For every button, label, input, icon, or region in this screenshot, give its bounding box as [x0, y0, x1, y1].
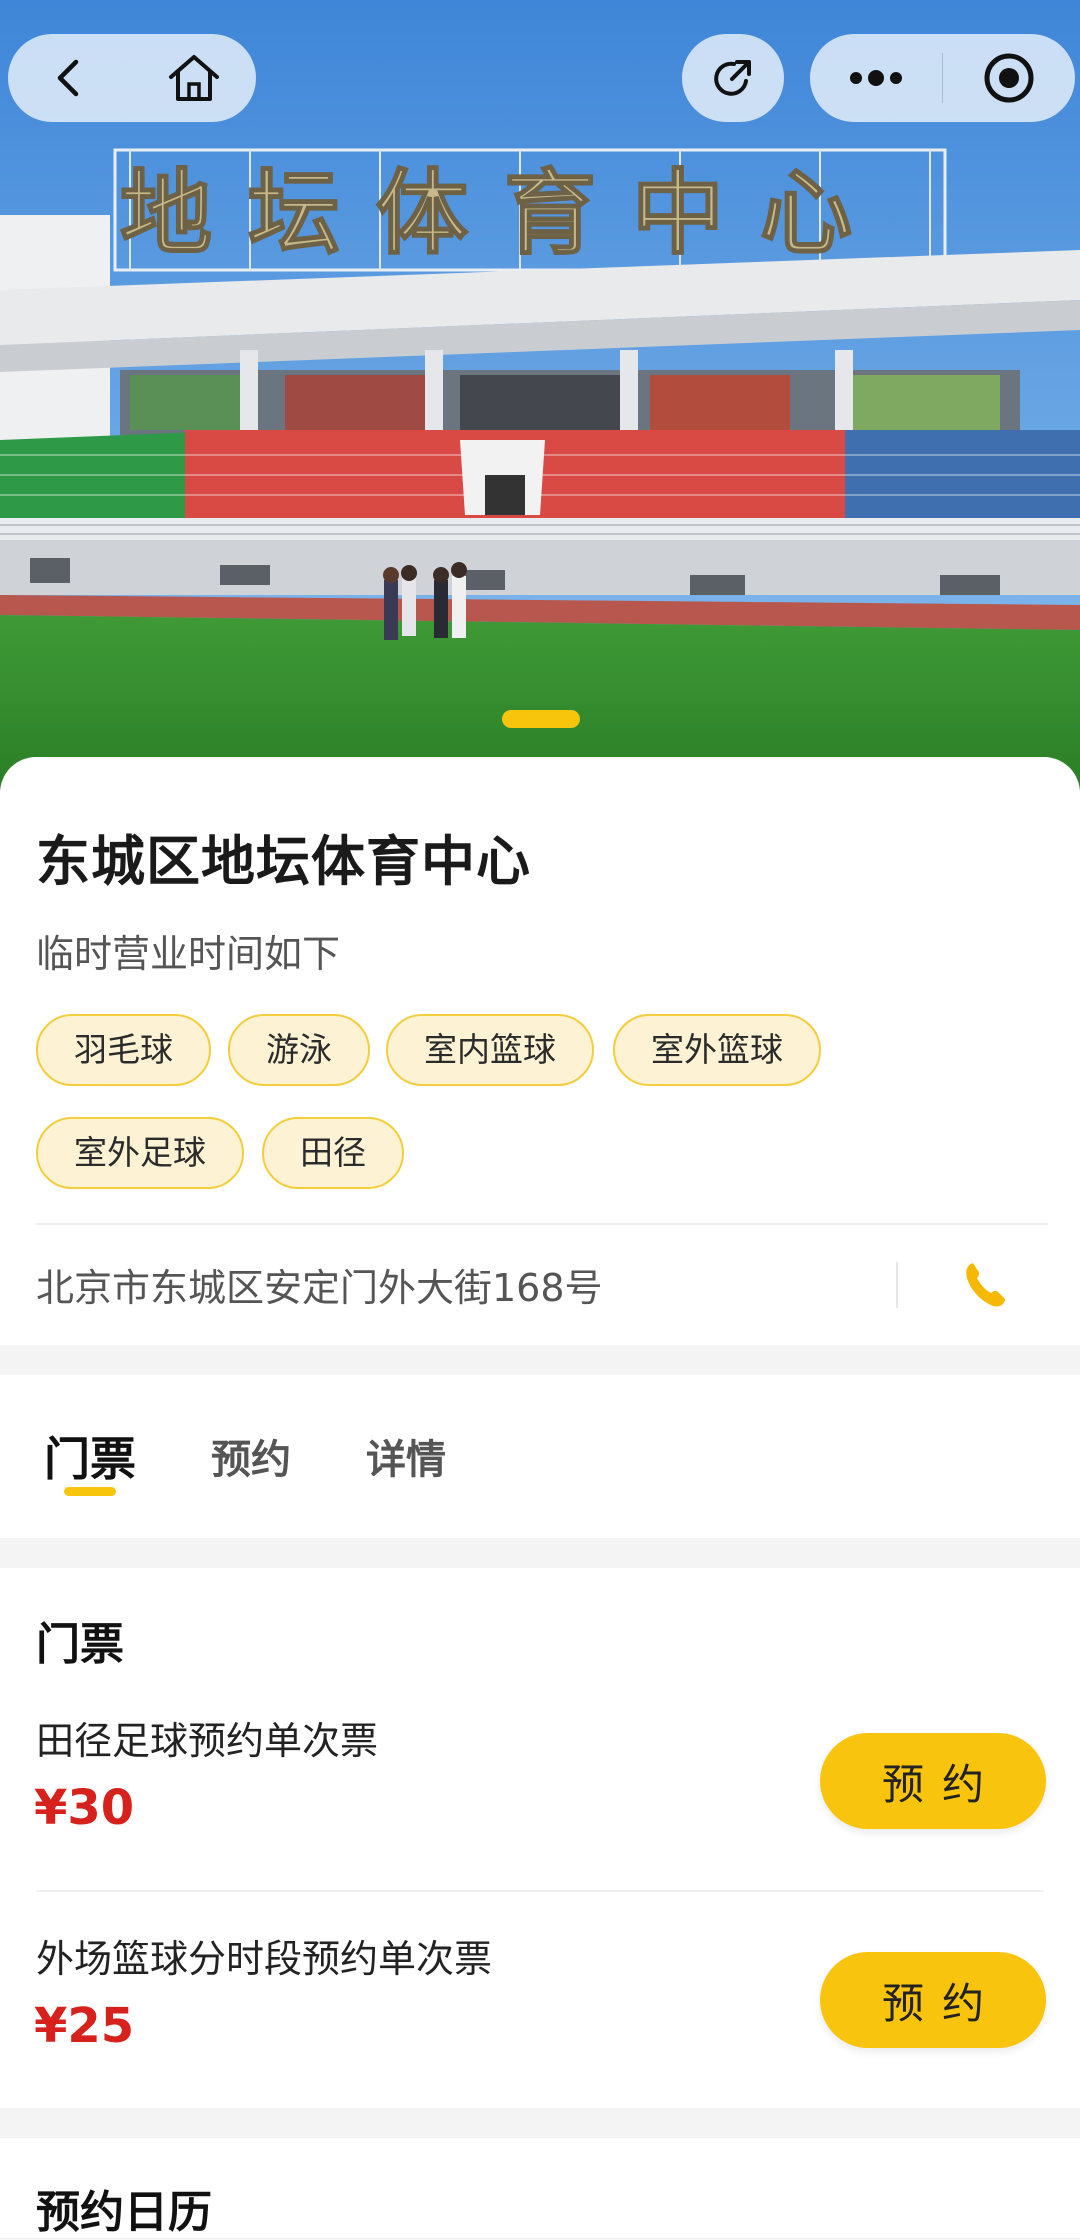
sign-text: 地坛体育中心 [120, 159, 888, 267]
tag-track-field[interactable]: 田径 [262, 1117, 404, 1189]
section-title: 门票 [36, 1619, 124, 1670]
tab-details[interactable]: 详情 [366, 1427, 446, 1485]
venue-address[interactable]: 北京市东城区安定门外大街168号 [36, 1257, 603, 1312]
chevron-left-icon [57, 59, 79, 97]
tickets-section: 门票 田径足球预约单次票 ¥30 预约 外场篮球分时段预约单次票 ¥25 预约 [0, 1568, 1080, 2108]
ticket-name: 田径足球预约单次票 [36, 1719, 379, 1763]
book-button[interactable]: 预约 [820, 1733, 1046, 1829]
nav-capsule-right [810, 34, 1075, 122]
tab-booking[interactable]: 预约 [211, 1427, 291, 1485]
book-button[interactable]: 预约 [820, 1952, 1046, 2048]
more-button[interactable] [810, 34, 942, 122]
carousel-indicator [502, 710, 580, 728]
ticket-name: 外场篮球分时段预约单次票 [36, 1937, 493, 1981]
tag-swimming[interactable]: 游泳 [228, 1014, 370, 1086]
address-divider [896, 1262, 898, 1308]
ticket-divider [36, 1890, 1044, 1892]
tag-outdoor-basketball[interactable]: 室外篮球 [613, 1014, 821, 1086]
tag-indoor-basketball[interactable]: 室内篮球 [386, 1014, 594, 1086]
tag-outdoor-football[interactable]: 室外足球 [36, 1117, 244, 1189]
phone-icon [966, 1263, 1005, 1307]
tag-badminton[interactable]: 羽毛球 [36, 1014, 211, 1086]
booking-calendar-section: 预约日历 [0, 2138, 1080, 2238]
ticket-price: ¥25 [34, 1998, 135, 2054]
home-button[interactable] [132, 34, 256, 122]
home-icon [169, 55, 219, 101]
ticket-price: ¥30 [34, 1780, 135, 1836]
nav-capsule-left [8, 34, 256, 122]
share-button[interactable] [682, 34, 784, 122]
hero-banner[interactable]: 地坛体育中心 [0, 0, 1080, 790]
divider [36, 1223, 1048, 1225]
call-button[interactable] [955, 1255, 1015, 1315]
more-icon [849, 70, 902, 86]
hours-note: 临时营业时间如下 [36, 932, 341, 976]
share-icon [714, 60, 751, 96]
tab-tickets[interactable]: 门票 [44, 1423, 136, 1489]
tab-bar: 门票 预约 详情 [0, 1375, 1080, 1538]
back-button[interactable] [8, 34, 132, 122]
target-close-icon [984, 53, 1034, 103]
close-miniprogram-button[interactable] [943, 34, 1075, 122]
section-title: 预约日历 [36, 2187, 212, 2238]
venue-info-card: 东城区地坛体育中心 临时营业时间如下 羽毛球 游泳 室内篮球 室外篮球 室外足球… [0, 757, 1080, 1345]
venue-name: 东城区地坛体育中心 [36, 830, 531, 893]
active-tab-indicator [64, 1487, 116, 1496]
